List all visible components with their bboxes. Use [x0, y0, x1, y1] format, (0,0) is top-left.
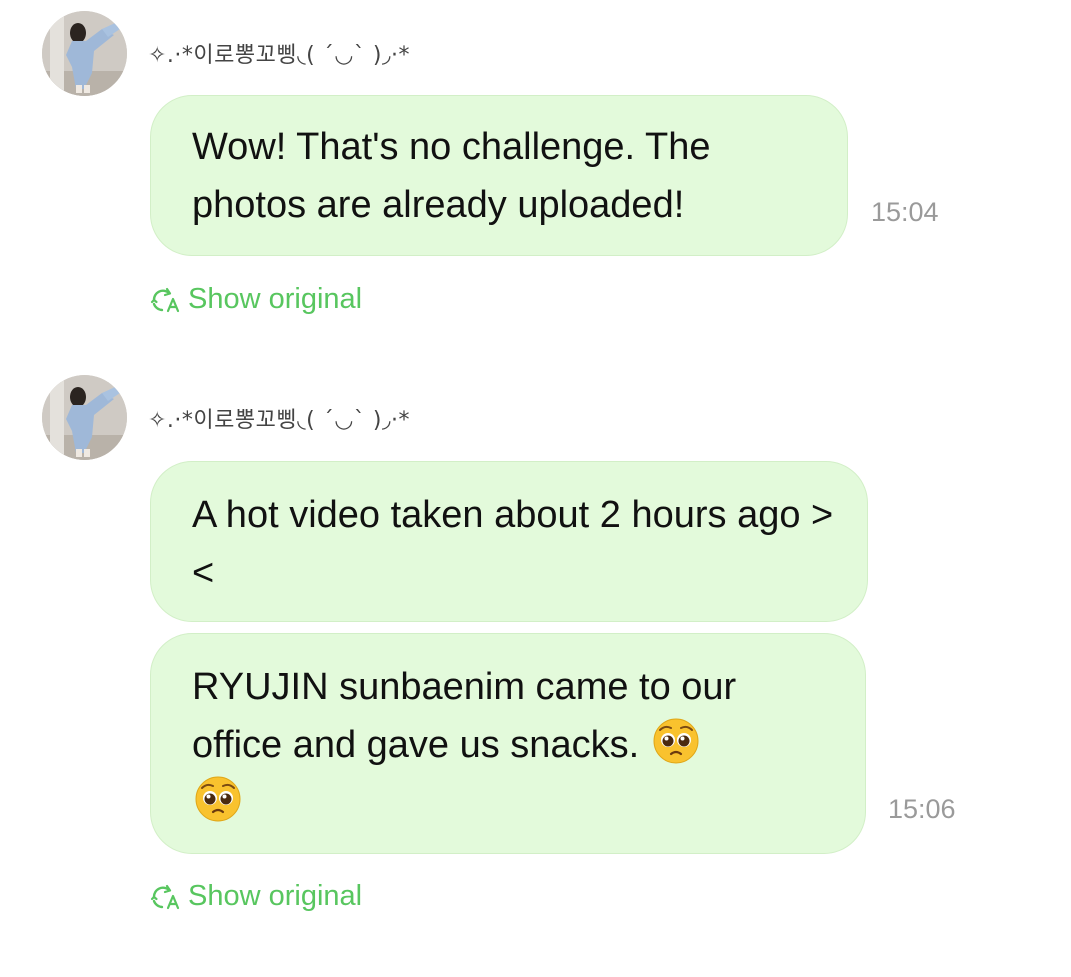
- pleading-face-emoji-icon: [195, 776, 241, 822]
- message-timestamp: 15:04: [871, 197, 939, 227]
- sender-name: ✧.·*이로뽕꼬삥◟( ˊ◡ˋ )◞·*: [148, 43, 410, 68]
- sender-name: ✧.·*이로뽕꼬삥◟( ˊ◡ˋ )◞·*: [148, 408, 410, 433]
- pleading-face-emoji-icon: [653, 718, 699, 764]
- avatar[interactable]: [42, 11, 127, 96]
- message-text: Wow! That's no challenge. The photos are…: [192, 126, 711, 226]
- message-timestamp: 15:06: [888, 794, 956, 824]
- avatar-photo-icon: [42, 11, 127, 96]
- show-original-link[interactable]: Show original: [150, 880, 362, 913]
- show-original-link[interactable]: Show original: [150, 283, 362, 316]
- show-original-label: Show original: [188, 283, 363, 315]
- translate-icon: [150, 287, 180, 312]
- show-original-label: Show original: [188, 880, 363, 912]
- message-bubble[interactable]: Wow! That's no challenge. The photos are…: [150, 95, 848, 256]
- message-text-wrapper: RYUJIN sunbaenim came to our office and …: [192, 658, 835, 832]
- message-bubble[interactable]: A hot video taken about 2 hours ago ><: [150, 461, 868, 622]
- translate-icon: [150, 884, 180, 909]
- avatar-photo-icon: [42, 375, 127, 460]
- message-text: A hot video taken about 2 hours ago ><: [192, 494, 834, 594]
- avatar[interactable]: [42, 375, 127, 460]
- message-bubble[interactable]: RYUJIN sunbaenim came to our office and …: [150, 633, 866, 854]
